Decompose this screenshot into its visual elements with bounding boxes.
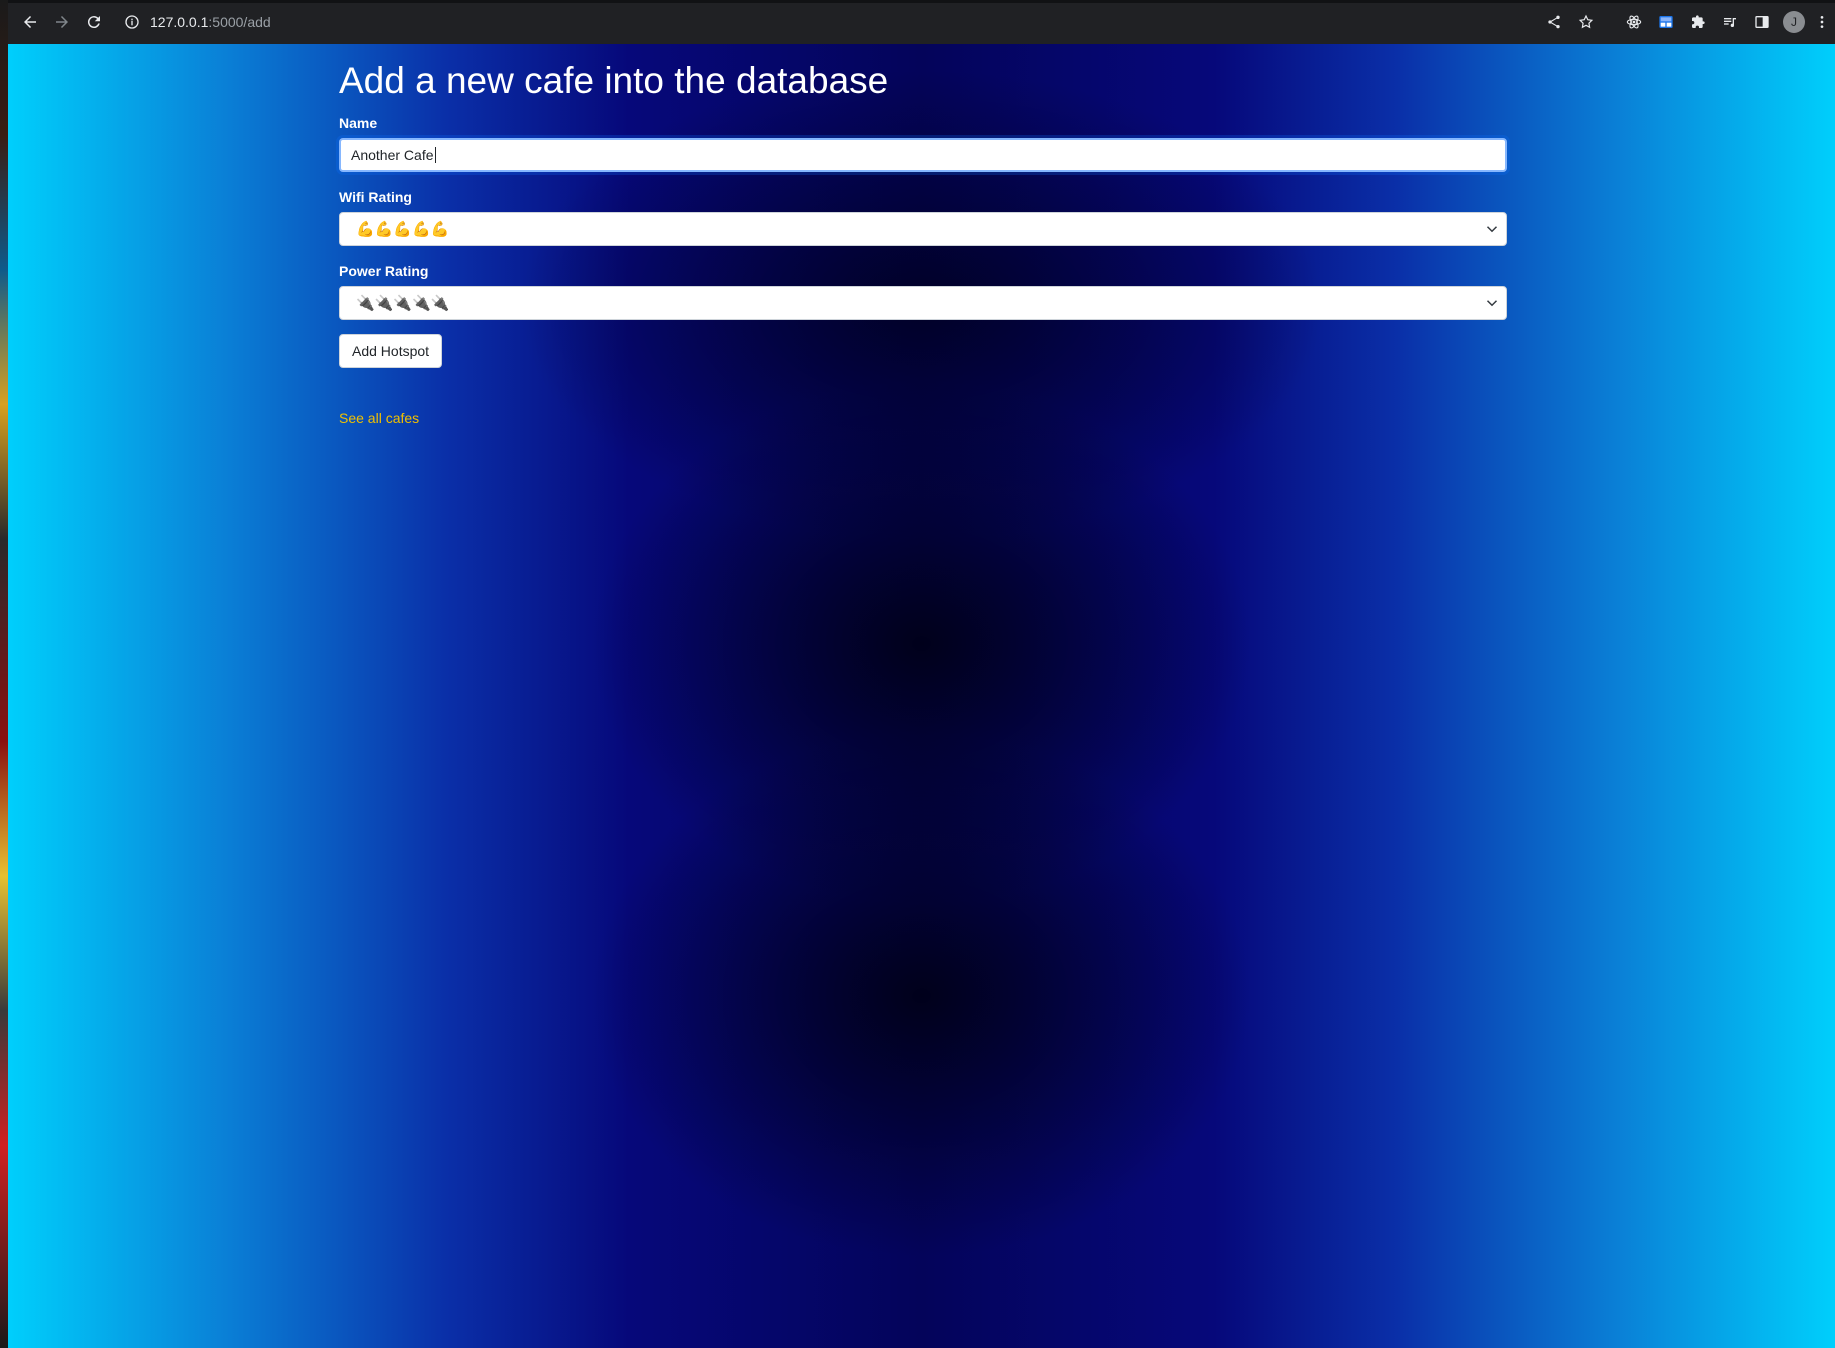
name-input-value: Another Cafe (351, 147, 434, 163)
power-rating-selected: 🔌🔌🔌🔌🔌 (356, 295, 450, 312)
address-bar[interactable]: 127.0.0.1:5000/add (124, 7, 1524, 37)
forward-button[interactable] (48, 8, 76, 36)
extension-button[interactable] (1652, 8, 1680, 36)
wifi-rating-selected: 💪💪💪💪💪 (356, 221, 450, 238)
bookmark-button[interactable] (1572, 8, 1600, 36)
back-button[interactable] (16, 8, 44, 36)
arrow-right-icon (56, 16, 68, 28)
reload-button[interactable] (80, 8, 108, 36)
playlist-music-icon (1724, 18, 1736, 28)
tab-strip (8, 0, 1835, 3)
chevron-down-icon (1486, 226, 1498, 233)
react-devtools-extension[interactable] (1620, 8, 1648, 36)
url-host: 127.0.0.1 (150, 14, 209, 30)
arrow-left-icon (24, 16, 36, 28)
wifi-rating-label: Wifi Rating (339, 189, 412, 205)
name-label: Name (339, 115, 378, 131)
kebab-menu-icon (1820, 16, 1824, 28)
page-title: Add a new cafe into the database (339, 60, 889, 101)
side-panel-button[interactable] (1748, 8, 1776, 36)
window-extension-icon (1659, 16, 1673, 28)
chevron-down-icon (1486, 300, 1498, 307)
atom-icon (1626, 15, 1642, 29)
power-rating-select[interactable]: 🔌🔌🔌🔌🔌 (339, 286, 1507, 320)
browser-menu-button[interactable] (1808, 8, 1835, 36)
see-all-cafes-link[interactable]: See all cafes (339, 410, 419, 426)
share-button[interactable] (1540, 8, 1568, 36)
add-hotspot-button[interactable]: Add Hotspot (339, 334, 443, 368)
name-input[interactable]: Another Cafe (339, 138, 1507, 172)
extensions-menu-button[interactable] (1684, 8, 1712, 36)
star-icon (1578, 14, 1594, 29)
url-path: :5000/add (208, 14, 271, 30)
page-viewport: Add a new cafe into the database Name An… (8, 44, 1835, 1348)
info-icon[interactable] (124, 14, 140, 30)
side-panel-icon (1755, 16, 1769, 28)
reload-icon (87, 16, 100, 29)
power-rating-label: Power Rating (339, 263, 429, 279)
profile-button[interactable]: J (1780, 8, 1808, 36)
text-caret (434, 147, 436, 163)
avatar: J (1783, 11, 1805, 33)
share-icon (1548, 15, 1560, 29)
wifi-rating-select[interactable]: 💪💪💪💪💪 (339, 212, 1507, 246)
browser-toolbar: 127.0.0.1:5000/add J (8, 0, 1835, 45)
media-controls-button[interactable] (1716, 8, 1744, 36)
desktop-background-edge (0, 0, 8, 1348)
puzzle-icon (1692, 15, 1705, 28)
